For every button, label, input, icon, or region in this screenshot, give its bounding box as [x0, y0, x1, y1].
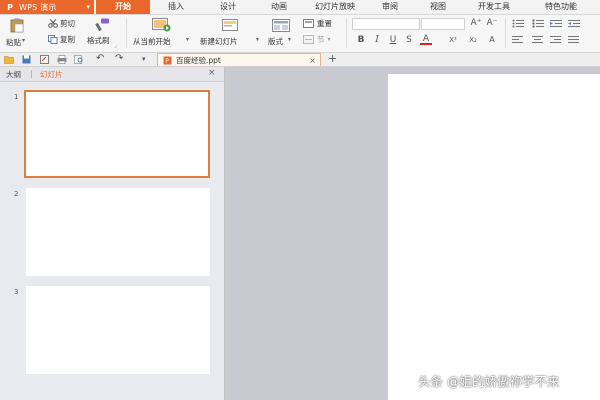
print-icon[interactable] — [57, 55, 67, 64]
new-slide-button[interactable]: 新建幻灯片 ▾ — [198, 17, 264, 48]
font-name-combobox[interactable] — [352, 18, 420, 30]
tab-special-features[interactable]: 特色功能 — [527, 0, 595, 14]
new-tab-icon[interactable]: + — [328, 52, 337, 65]
reset-slide-icon — [303, 19, 314, 28]
layout-button[interactable]: 版式 ▾ — [268, 17, 298, 48]
watermark-text: 头条 @姐的娇傲祢学不来 — [418, 374, 560, 389]
document-tab[interactable]: P 百度经验.ppt × — [157, 53, 321, 66]
ribbon-separator — [505, 18, 506, 48]
slide-thumbnail-2[interactable] — [26, 188, 210, 276]
tab-insert[interactable]: 插入 — [150, 0, 202, 14]
align-center-icon[interactable] — [532, 36, 544, 44]
svg-text:P: P — [165, 58, 169, 65]
align-left-icon[interactable] — [512, 36, 524, 44]
slide-canvas[interactable] — [388, 74, 600, 400]
superscript-button[interactable]: X² — [446, 35, 460, 45]
close-tab-icon[interactable]: × — [309, 56, 316, 65]
close-panel-icon[interactable]: × — [208, 68, 216, 78]
tab-animation[interactable]: 动画 — [254, 0, 304, 14]
clipboard-dialog-launcher-icon[interactable]: ⌟ — [114, 42, 117, 49]
tab-outline[interactable]: 大纲 — [6, 69, 21, 80]
app-name: WPS 演示 — [19, 2, 57, 12]
copy-button[interactable]: 复制 — [48, 34, 75, 45]
panel-tab-divider: | — [30, 69, 33, 78]
font-color-button[interactable]: A — [420, 35, 432, 45]
new-slide-icon — [222, 19, 238, 31]
wps-presentation-logo-icon: P — [7, 2, 13, 12]
print-preview-icon[interactable] — [74, 55, 84, 64]
redo-icon[interactable]: ↷ — [115, 53, 123, 64]
scissors-icon — [48, 19, 58, 28]
from-current-slide-label: 从当前开始 — [133, 37, 171, 46]
bullets-icon[interactable] — [512, 19, 526, 28]
tab-slides[interactable]: 幻灯片 — [40, 69, 63, 80]
chevron-down-icon: ▾ — [288, 36, 292, 43]
slides-panel-header: 大纲 | 幻灯片 × — [0, 67, 224, 82]
align-right-icon[interactable] — [550, 36, 562, 44]
tab-developer[interactable]: 开发工具 — [463, 0, 525, 14]
font-size-combobox[interactable] — [421, 18, 465, 30]
layout-label: 版式 — [268, 37, 283, 46]
section-icon — [303, 35, 314, 44]
tab-view[interactable]: 视图 — [414, 0, 462, 14]
from-current-slide-button[interactable]: 从当前开始 ▾ — [130, 17, 194, 48]
copy-icon — [48, 35, 58, 44]
clipboard-icon — [10, 18, 24, 33]
export-icon[interactable] — [40, 55, 49, 64]
slide-number: 1 — [14, 93, 19, 101]
slide-thumbnail-3[interactable] — [26, 286, 210, 374]
shrink-font-icon[interactable]: A⁻ — [486, 18, 498, 28]
justify-icon[interactable] — [568, 36, 580, 44]
document-filename: 百度经验.ppt — [176, 55, 221, 65]
underline-button[interactable]: U — [388, 35, 398, 45]
copy-label: 复制 — [60, 35, 75, 44]
chevron-down-icon: ▾ — [186, 36, 190, 43]
tab-slideshow[interactable]: 幻灯片放映 — [305, 0, 365, 14]
reset-button[interactable]: 重置 — [303, 18, 332, 29]
chevron-down-icon: ▾ — [327, 36, 331, 43]
slide-number: 3 — [14, 288, 19, 296]
paste-label: 粘贴 — [6, 38, 21, 47]
italic-button[interactable]: I — [372, 35, 382, 45]
subscript-button[interactable]: X₂ — [466, 35, 480, 45]
reset-label: 重置 — [317, 19, 332, 28]
layout-icon — [272, 19, 290, 32]
increase-indent-icon[interactable] — [568, 19, 582, 28]
ribbon-separator — [126, 18, 127, 48]
undo-icon[interactable]: ↶ — [96, 53, 104, 64]
decrease-indent-icon[interactable] — [550, 19, 564, 28]
cut-button[interactable]: 剪切 — [48, 18, 75, 29]
slide-thumbnail-1[interactable] — [24, 90, 210, 178]
tab-review[interactable]: 审阅 — [367, 0, 413, 14]
tab-home[interactable]: 开始 — [96, 0, 150, 14]
cut-label: 剪切 — [60, 19, 75, 28]
ppt-file-icon: P — [163, 56, 172, 65]
bold-button[interactable]: B — [356, 35, 366, 45]
open-folder-icon[interactable] — [4, 55, 14, 64]
slide-number: 2 — [14, 190, 19, 198]
chevron-down-icon: ▾ — [86, 3, 90, 11]
clear-format-icon[interactable]: A — [486, 35, 498, 45]
chevron-down-icon: ▾ — [22, 37, 26, 44]
tab-design[interactable]: 设计 — [202, 0, 254, 14]
section-label: 节 — [317, 35, 325, 44]
paintbrush-icon — [95, 18, 109, 32]
numbering-icon[interactable] — [532, 19, 546, 28]
section-button[interactable]: 节 ▾ — [303, 34, 331, 45]
chevron-down-icon: ▾ — [256, 36, 260, 43]
slideshow-play-icon — [152, 18, 171, 32]
app-menu-button[interactable]: P WPS 演示 ▾ — [0, 0, 94, 14]
quick-access-dropdown-icon[interactable]: ▾ — [142, 55, 146, 63]
ribbon-separator — [346, 18, 347, 48]
paste-button[interactable]: 粘贴 ▾ — [6, 17, 28, 48]
format-painter-label: 格式刷 — [87, 36, 110, 45]
save-icon[interactable] — [22, 55, 31, 64]
new-slide-label: 新建幻灯片 — [200, 37, 238, 46]
shadow-text-button[interactable]: S — [404, 35, 414, 45]
grow-font-icon[interactable]: A⁺ — [470, 18, 482, 28]
